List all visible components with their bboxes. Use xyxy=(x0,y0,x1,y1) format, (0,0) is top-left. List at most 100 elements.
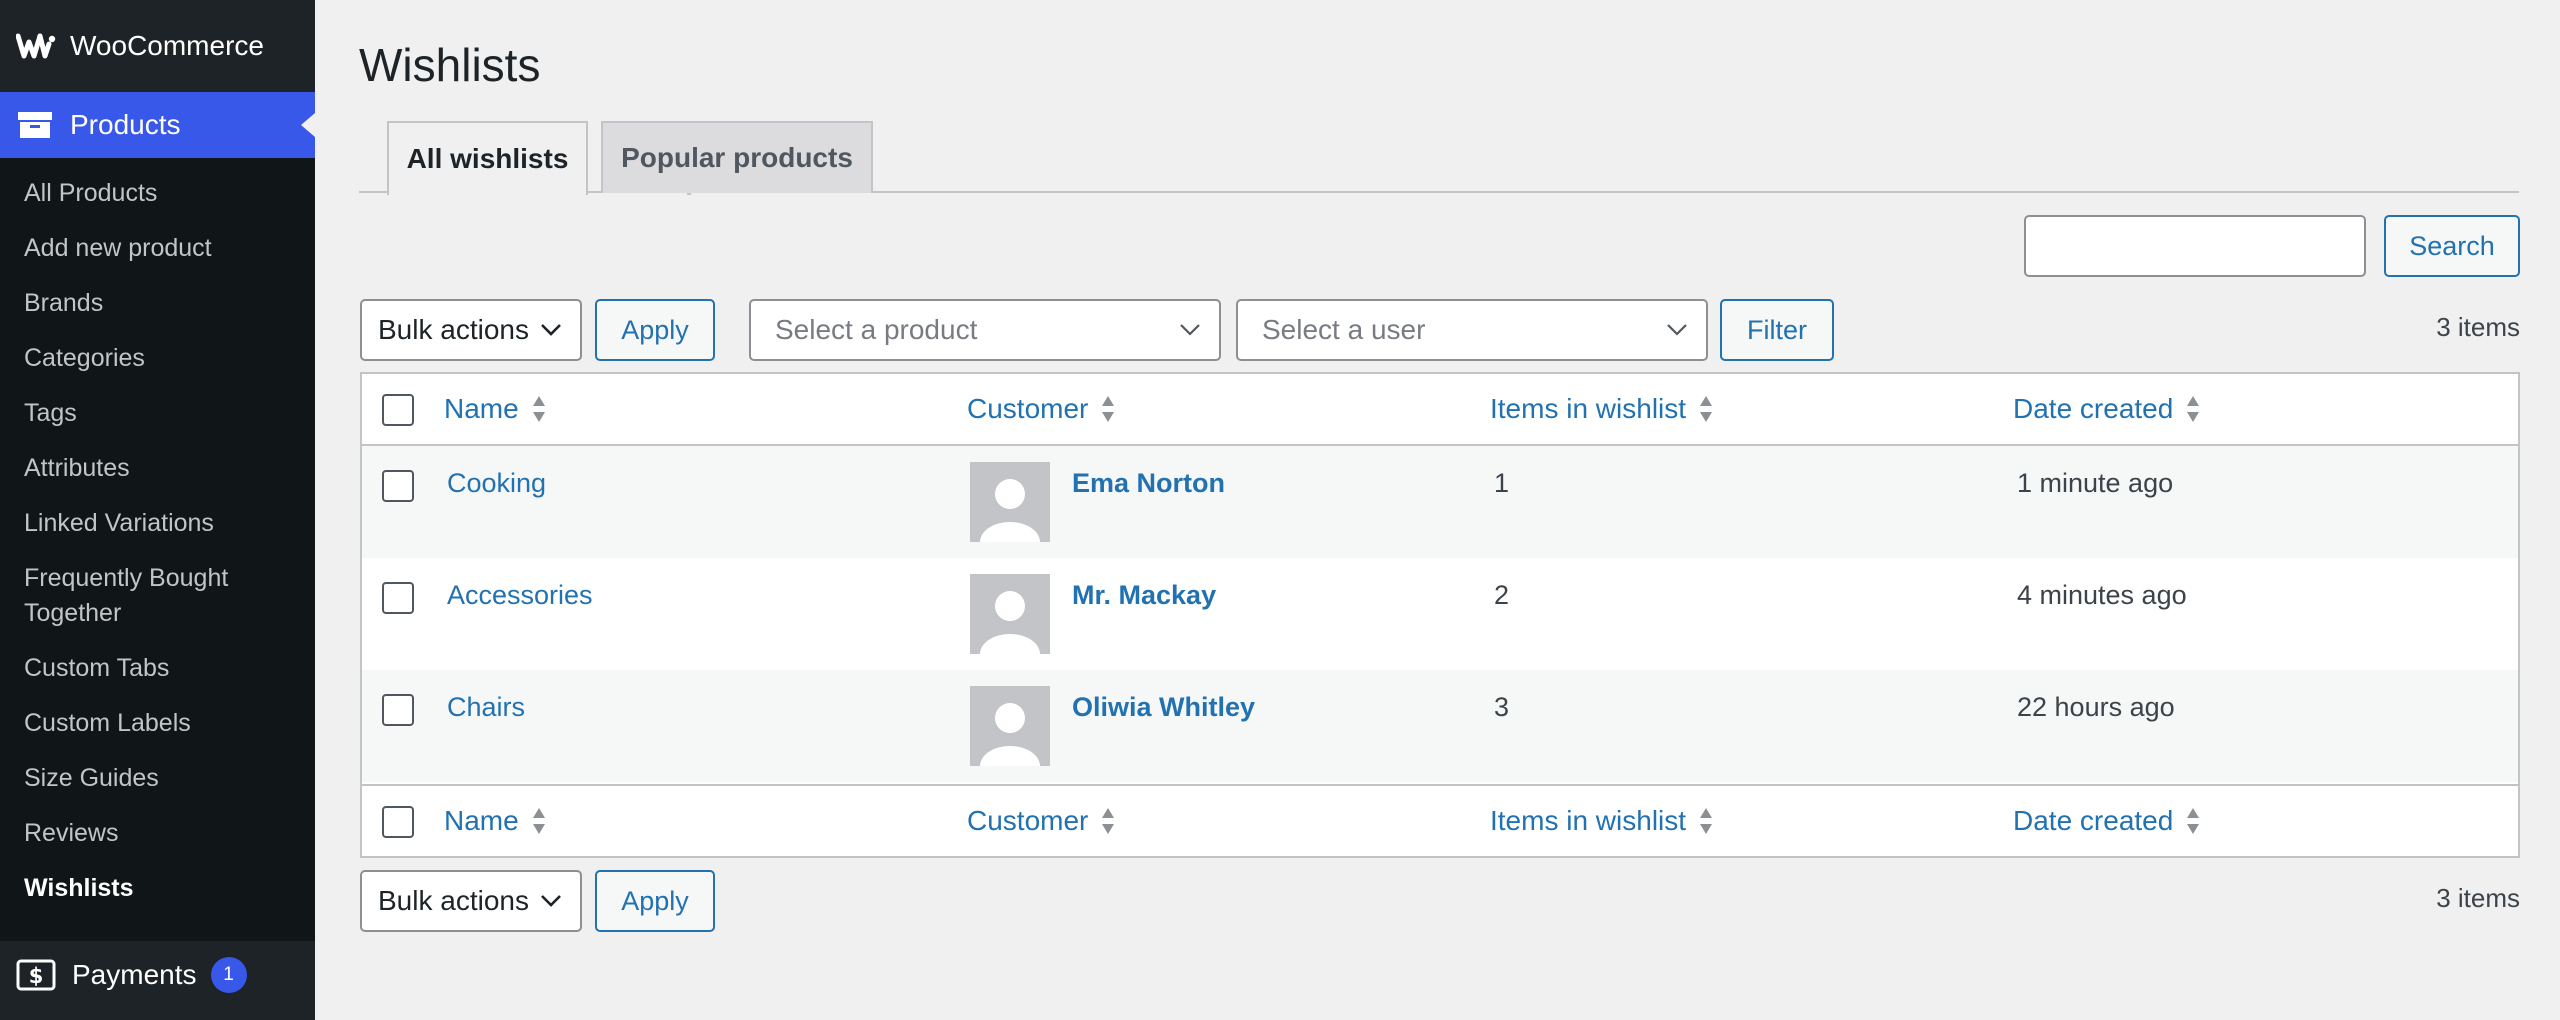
sort-icon xyxy=(2187,396,2200,422)
column-header-date[interactable]: Date created xyxy=(2013,374,2201,444)
bulk-actions-value: Bulk actions xyxy=(378,885,529,916)
search-input[interactable] xyxy=(2024,215,2366,277)
sidebar-item-wishlists[interactable]: Wishlists xyxy=(0,871,315,906)
products-submenu: All Products Add new product Brands Cate… xyxy=(0,158,315,941)
sidebar-item-all-products[interactable]: All Products xyxy=(0,176,315,211)
items-count: 2 xyxy=(1494,580,1510,610)
svg-text:$: $ xyxy=(29,964,44,988)
user-silhouette-icon xyxy=(970,462,1050,542)
column-header-name[interactable]: Name xyxy=(444,374,547,444)
sidebar-item-custom-labels[interactable]: Custom Labels xyxy=(0,706,315,741)
column-label-name: Name xyxy=(444,393,519,424)
select-product-dropdown[interactable]: Select a product xyxy=(749,299,1221,361)
items-count: 3 xyxy=(1494,692,1510,722)
table-row: Cooking Ema Norton 1 1 minute ago xyxy=(362,446,2518,558)
search-button[interactable]: Search xyxy=(2384,215,2520,277)
column-label-items: Items in wishlist xyxy=(1490,805,1687,836)
column-footer-name[interactable]: Name xyxy=(444,786,547,856)
wishlists-table: Name Customer Items in wishlist Date cre… xyxy=(360,372,2520,858)
column-label-name: Name xyxy=(444,805,519,836)
column-footer-customer[interactable]: Customer xyxy=(967,786,1116,856)
chevron-down-icon xyxy=(1667,324,1687,336)
column-header-customer[interactable]: Customer xyxy=(967,374,1116,444)
sort-icon xyxy=(2187,808,2200,834)
items-count-bottom: 3 items xyxy=(2436,883,2520,913)
column-footer-items[interactable]: Items in wishlist xyxy=(1490,786,1714,856)
select-all-checkbox-bottom[interactable] xyxy=(382,806,414,838)
sort-icon xyxy=(1102,396,1115,422)
row-checkbox[interactable] xyxy=(382,470,414,502)
sidebar-item-add-new-product[interactable]: Add new product xyxy=(0,231,315,266)
bulk-actions-select-top[interactable]: Bulk actions xyxy=(360,299,582,361)
sidebar-item-frequently-bought-together[interactable]: Frequently Bought Together xyxy=(0,561,280,631)
sidebar-item-tags[interactable]: Tags xyxy=(0,396,315,431)
sort-icon xyxy=(1700,396,1713,422)
column-footer-date[interactable]: Date created xyxy=(2013,786,2201,856)
chevron-down-icon xyxy=(541,895,561,907)
date-created: 4 minutes ago xyxy=(2017,580,2187,610)
avatar xyxy=(970,686,1050,766)
payments-notification-badge: 1 xyxy=(210,957,247,993)
column-label-date: Date created xyxy=(2013,393,2174,424)
sort-icon xyxy=(1700,808,1713,834)
sidebar-item-linked-variations[interactable]: Linked Variations xyxy=(0,506,315,541)
tab-popular-products[interactable]: Popular products xyxy=(601,121,873,193)
user-silhouette-icon xyxy=(970,686,1050,766)
sort-icon xyxy=(532,396,545,422)
customer-link[interactable]: Ema Norton xyxy=(1072,466,1225,500)
woocommerce-menu-item[interactable]: WooCommerce xyxy=(0,0,315,92)
page-title: Wishlists xyxy=(359,39,541,91)
bulk-actions-select-bottom[interactable]: Bulk actions xyxy=(360,870,582,932)
customer-link[interactable]: Mr. Mackay xyxy=(1072,578,1216,612)
items-count-top: 3 items xyxy=(2436,312,2520,342)
sidebar-item-categories[interactable]: Categories xyxy=(0,341,315,376)
wishlist-name-link[interactable]: Accessories xyxy=(447,578,593,612)
payments-label: Payments xyxy=(72,959,197,990)
column-label-customer: Customer xyxy=(967,805,1089,836)
column-header-items[interactable]: Items in wishlist xyxy=(1490,374,1714,444)
payments-menu-item[interactable]: $ Payments 1 xyxy=(0,941,315,1009)
table-row: Accessories Mr. Mackay 2 4 minutes ago xyxy=(362,558,2518,670)
column-label-items: Items in wishlist xyxy=(1490,393,1687,424)
wishlist-name-link[interactable]: Cooking xyxy=(447,466,546,500)
sidebar-item-attributes[interactable]: Attributes xyxy=(0,451,315,486)
apply-button-bottom[interactable]: Apply xyxy=(595,870,715,932)
sidebar-item-size-guides[interactable]: Size Guides xyxy=(0,761,315,796)
tab-bar: All wishlists Popular products xyxy=(359,121,2519,195)
wishlist-name-link[interactable]: Chairs xyxy=(447,690,525,724)
products-label: Products xyxy=(70,109,181,140)
select-user-placeholder: Select a user xyxy=(1262,314,1426,345)
select-all-checkbox-top[interactable] xyxy=(382,394,414,426)
column-label-customer: Customer xyxy=(967,393,1089,424)
filter-button[interactable]: Filter xyxy=(1720,299,1834,361)
dollar-card-icon: $ xyxy=(16,959,56,991)
table-footer: Name Customer Items in wishlist Date cre… xyxy=(362,784,2518,856)
sidebar-item-brands[interactable]: Brands xyxy=(0,286,315,321)
sort-icon xyxy=(532,808,545,834)
column-label-date: Date created xyxy=(2013,805,2174,836)
avatar xyxy=(970,462,1050,542)
select-user-dropdown[interactable]: Select a user xyxy=(1236,299,1708,361)
chevron-down-icon xyxy=(541,324,561,336)
row-checkbox[interactable] xyxy=(382,694,414,726)
avatar xyxy=(970,574,1050,654)
table-header: Name Customer Items in wishlist Date cre… xyxy=(362,374,2518,446)
main-content: Wishlists All wishlists Popular products… xyxy=(315,0,2560,1020)
select-product-placeholder: Select a product xyxy=(775,314,978,345)
sidebar-item-reviews[interactable]: Reviews xyxy=(0,816,315,851)
admin-sidebar: WooCommerce Products All Products Add ne… xyxy=(0,0,315,1020)
date-created: 22 hours ago xyxy=(2017,692,2175,722)
items-count: 1 xyxy=(1494,468,1510,498)
date-created: 1 minute ago xyxy=(2017,468,2174,498)
row-checkbox[interactable] xyxy=(382,582,414,614)
apply-button-top[interactable]: Apply xyxy=(595,299,715,361)
tab-all-wishlists[interactable]: All wishlists xyxy=(387,121,588,195)
products-menu-item[interactable]: Products xyxy=(0,92,315,158)
customer-link[interactable]: Oliwia Whitley xyxy=(1072,690,1255,724)
sidebar-item-custom-tabs[interactable]: Custom Tabs xyxy=(0,651,315,686)
user-silhouette-icon xyxy=(970,574,1050,654)
woocommerce-label: WooCommerce xyxy=(70,30,264,61)
woocommerce-logo-icon xyxy=(16,33,56,59)
bulk-actions-value: Bulk actions xyxy=(378,314,529,345)
archive-box-icon xyxy=(18,112,52,138)
